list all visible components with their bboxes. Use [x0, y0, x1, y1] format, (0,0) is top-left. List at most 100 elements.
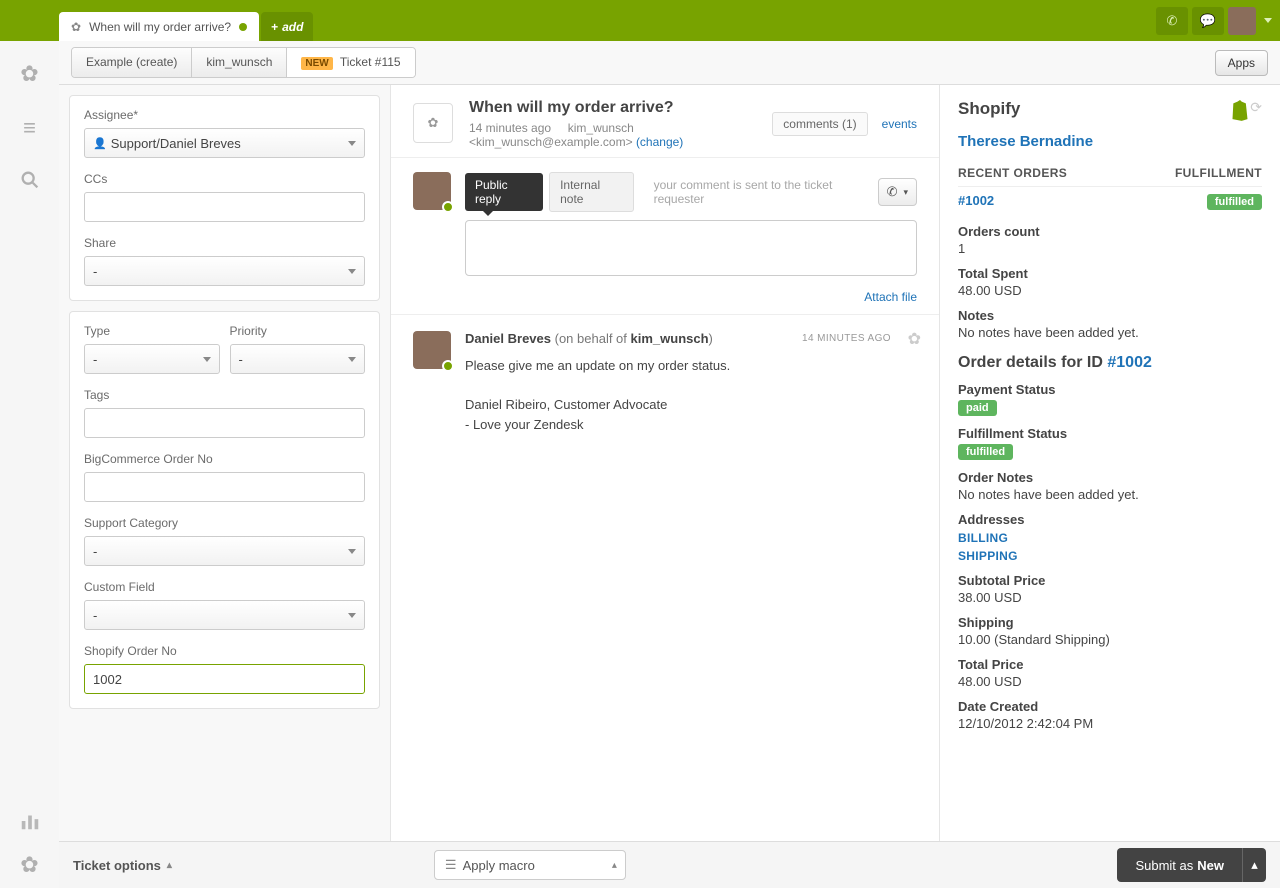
views-icon[interactable]: ≡: [23, 115, 36, 141]
comment-actions-button[interactable]: ✿: [908, 329, 921, 349]
call-dropdown-button[interactable]: ✆ ▾: [878, 178, 917, 206]
bigcommerce-input[interactable]: [84, 472, 365, 502]
submit-state-dropdown[interactable]: ▴: [1242, 848, 1266, 882]
assignee-value: Support/Daniel Breves: [111, 136, 241, 151]
chevron-up-icon: ▴: [167, 860, 172, 871]
workspace-tab-active[interactable]: ✿ When will my order arrive?: [59, 12, 259, 41]
share-select[interactable]: -: [84, 256, 365, 286]
internal-note-tab[interactable]: Internal note: [549, 172, 633, 212]
type-select[interactable]: -: [84, 344, 220, 374]
support-category-value: -: [93, 544, 97, 559]
ticket-actions-button[interactable]: ✿: [413, 103, 453, 143]
main: Assignee* 👤 Support/Daniel Breves CCs Sh…: [59, 85, 1280, 841]
date-created-label: Date Created: [958, 699, 1262, 714]
submit-state: New: [1197, 858, 1224, 873]
refresh-icon[interactable]: ⟳: [1250, 99, 1262, 116]
subtotal-value: 38.00 USD: [958, 590, 1262, 605]
apps-toggle-button[interactable]: Apps: [1215, 50, 1268, 76]
properties-panel: Assignee* 👤 Support/Daniel Breves CCs Sh…: [59, 85, 391, 841]
order-notes-label: Order Notes: [958, 470, 1262, 485]
bigcommerce-label: BigCommerce Order No: [84, 452, 365, 466]
ticket-tab[interactable]: kim_wunsch: [192, 48, 287, 77]
order-details-title: Order details for ID #1002: [958, 354, 1262, 372]
addresses-label: Addresses: [958, 512, 1262, 527]
comment: Daniel Breves (on behalf of kim_wunsch) …: [391, 314, 939, 450]
gear-icon: ✿: [428, 115, 439, 131]
comment-textarea[interactable]: [465, 220, 917, 276]
apply-macro-label: Apply macro: [463, 858, 535, 873]
share-label: Share: [84, 236, 365, 250]
home-icon[interactable]: ✿: [20, 61, 38, 87]
comment-avatar: [413, 331, 451, 369]
shopify-order-input[interactable]: [84, 664, 365, 694]
total-price-label: Total Price: [958, 657, 1262, 672]
order-notes-value: No notes have been added yet.: [958, 487, 1262, 502]
payment-status-badge: paid: [958, 400, 997, 416]
priority-select[interactable]: -: [230, 344, 366, 374]
custom-field-value: -: [93, 608, 97, 623]
comment-line: Please give me an update on my order sta…: [465, 356, 917, 376]
comments-count-pill[interactable]: comments (1): [772, 112, 867, 136]
add-tab-button[interactable]: + add: [261, 12, 313, 41]
total-spent-value: 48.00 USD: [958, 283, 1262, 298]
presence-dot-icon: [442, 360, 454, 372]
search-icon[interactable]: [19, 169, 41, 191]
add-tab-label: add: [282, 20, 303, 34]
fulfillment-status-badge: fulfilled: [958, 444, 1013, 460]
person-icon: 👤: [93, 137, 107, 150]
ticket-tab[interactable]: Example (create): [72, 48, 192, 77]
attach-file-link[interactable]: Attach file: [864, 290, 917, 304]
ccs-input[interactable]: [84, 192, 365, 222]
subbar: Example (create) kim_wunsch NEW Ticket #…: [59, 41, 1280, 85]
plus-icon: +: [271, 20, 278, 34]
custom-field-label: Custom Field: [84, 580, 365, 594]
billing-link[interactable]: BILLING: [958, 531, 1262, 545]
phone-icon: ✆: [887, 184, 898, 200]
comment-line: Daniel Ribeiro, Customer Advocate: [465, 395, 917, 415]
apply-macro-select[interactable]: ☰ Apply macro: [434, 850, 626, 880]
agent-avatar: [413, 172, 451, 210]
chat-button[interactable]: 💬: [1192, 7, 1224, 35]
tags-label: Tags: [84, 388, 365, 402]
customer-link[interactable]: Therese Bernadine: [958, 133, 1262, 150]
chat-icon: 💬: [1200, 13, 1216, 29]
list-icon: ☰: [445, 857, 457, 873]
chevron-down-icon[interactable]: [1264, 18, 1272, 23]
support-category-select[interactable]: -: [84, 536, 365, 566]
ticket-tab-active[interactable]: NEW Ticket #115: [287, 48, 414, 77]
ticket-tab-label: Ticket #115: [340, 55, 401, 69]
reports-icon[interactable]: [19, 810, 41, 832]
priority-label: Priority: [230, 324, 366, 338]
shopify-order-label: Shopify Order No: [84, 644, 365, 658]
total-spent-label: Total Spent: [958, 266, 1262, 281]
ticket-options-button[interactable]: Ticket options ▴: [73, 858, 172, 873]
shipping-link[interactable]: SHIPPING: [958, 549, 1262, 563]
ticket-tabs: Example (create) kim_wunsch NEW Ticket #…: [71, 47, 416, 78]
tags-input[interactable]: [84, 408, 365, 438]
nav-rail: ✿ ≡ ✿: [0, 41, 59, 888]
col-recent-orders: RECENT ORDERS: [958, 166, 1175, 180]
change-requester-link[interactable]: (change): [636, 135, 683, 149]
orders-count-label: Orders count: [958, 224, 1262, 239]
col-fulfillment: FULFILLMENT: [1175, 166, 1262, 180]
assignee-select[interactable]: 👤 Support/Daniel Breves: [84, 128, 365, 158]
custom-field-select[interactable]: -: [84, 600, 365, 630]
call-button[interactable]: ✆: [1156, 7, 1188, 35]
support-category-label: Support Category: [84, 516, 365, 530]
profile-avatar[interactable]: [1228, 7, 1256, 35]
share-value: -: [93, 264, 97, 279]
chevron-up-icon: ▴: [1251, 857, 1258, 873]
total-price-value: 48.00 USD: [958, 674, 1262, 689]
public-reply-tab[interactable]: Public reply: [465, 173, 543, 211]
footer: Ticket options ▴ ☰ Apply macro Submit as…: [59, 841, 1280, 888]
gear-icon: ✿: [71, 20, 81, 34]
fulfillment-badge: fulfilled: [1207, 194, 1262, 210]
comment-author: Daniel Breves: [465, 331, 551, 346]
topbar: ✿ When will my order arrive? + add ✆ 💬: [0, 0, 1280, 41]
order-details-link[interactable]: #1002: [1107, 354, 1152, 371]
order-link[interactable]: #1002: [958, 193, 994, 208]
submit-button[interactable]: Submit as New: [1117, 848, 1242, 882]
ccs-label: CCs: [84, 172, 365, 186]
admin-icon[interactable]: ✿: [20, 852, 38, 878]
events-link[interactable]: events: [882, 117, 917, 131]
